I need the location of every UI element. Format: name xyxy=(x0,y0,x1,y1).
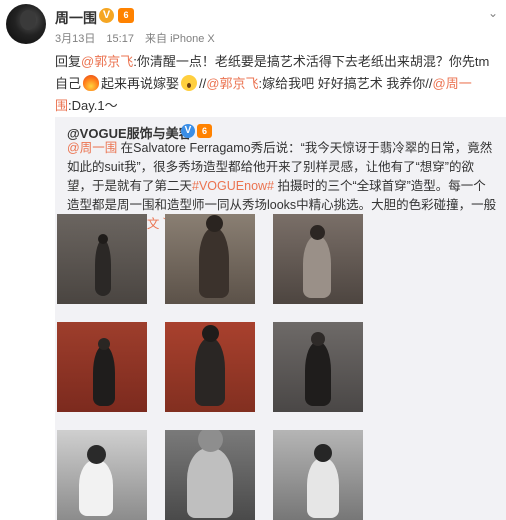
post-text: 回复@郭京飞:你清醒一点！老纸要是搞艺术活得下去老纸出来胡混？你先tm自己 起来再… xyxy=(55,51,500,117)
post-header: 周一围 V 6 3月13日 15:17 来自 iPhone X ⌄ xyxy=(0,0,506,48)
photo-grid xyxy=(57,214,363,520)
photo-subject-head xyxy=(86,445,106,464)
photo-thumbnail[interactable] xyxy=(57,322,147,412)
chevron-down-icon[interactable]: ⌄ xyxy=(488,6,498,20)
photo-thumbnail[interactable] xyxy=(273,322,363,412)
photo-subject-head xyxy=(309,225,325,240)
avatar[interactable] xyxy=(6,4,46,44)
photo-thumbnail[interactable] xyxy=(273,430,363,520)
verified-icon: V xyxy=(99,8,114,23)
photo-subject-head xyxy=(201,325,219,342)
mention-link[interactable]: @郭京飞 xyxy=(81,54,133,69)
photo-subject xyxy=(79,460,113,516)
post-source: 来自 iPhone X xyxy=(145,33,215,45)
photo-thumbnail[interactable] xyxy=(165,322,255,412)
photo-subject xyxy=(95,240,111,296)
mention-link[interactable]: @周一围 xyxy=(67,141,117,155)
vip-level-icon: 6 xyxy=(197,124,212,138)
photo-subject-head xyxy=(205,215,223,232)
mention-link[interactable]: @郭京飞 xyxy=(206,76,258,91)
text-segment: 起来再说嫁娶 xyxy=(101,76,180,91)
photo-thumbnail[interactable] xyxy=(57,214,147,304)
photo-thumbnail[interactable] xyxy=(57,430,147,520)
vip-level-icon: 6 xyxy=(118,8,134,23)
photo-subject-head xyxy=(197,430,223,452)
photo-thumbnail[interactable] xyxy=(165,430,255,520)
post-meta: 3月13日 15:17 来自 iPhone X xyxy=(55,30,223,46)
photo-subject xyxy=(187,448,233,518)
photo-subject-head xyxy=(98,234,108,244)
photo-thumbnail[interactable] xyxy=(273,214,363,304)
fire-emoji-icon xyxy=(83,75,100,91)
photo-subject xyxy=(195,338,225,406)
photo-subject xyxy=(199,228,229,298)
shock-emoji-icon xyxy=(181,75,198,91)
photo-thumbnail[interactable] xyxy=(165,214,255,304)
photo-subject-head xyxy=(311,332,325,346)
photo-subject-head xyxy=(314,444,332,462)
photo-subject xyxy=(307,458,339,518)
photo-subject xyxy=(305,342,331,406)
photo-subject-head xyxy=(98,338,110,350)
post-time[interactable]: 15:17 xyxy=(106,33,134,45)
verified-icon: V xyxy=(181,124,195,138)
photo-subject xyxy=(303,236,331,298)
text-segment: 回复 xyxy=(55,54,82,69)
text-segment: :Day.1～ xyxy=(68,98,118,113)
text-segment: :嫁给我吧 好好搞艺术 我养你// xyxy=(258,76,433,91)
photo-subject xyxy=(93,346,115,406)
hashtag-link[interactable]: #VOGUEnow# xyxy=(192,179,274,193)
author-name[interactable]: 周一围 xyxy=(55,8,97,28)
post-date[interactable]: 3月13日 xyxy=(55,33,95,45)
